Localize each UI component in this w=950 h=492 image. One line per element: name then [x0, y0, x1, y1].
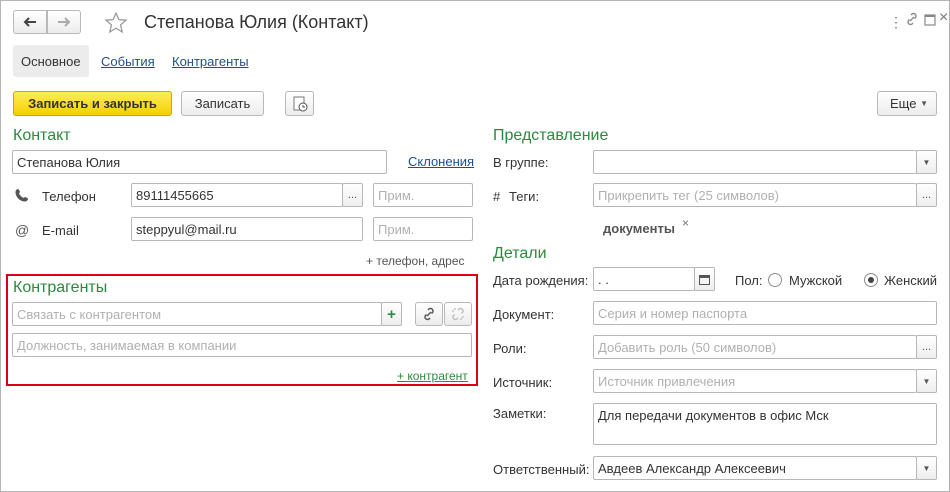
add-phone-address-link[interactable]: + телефон, адрес	[366, 254, 465, 268]
responsible-label: Ответственный:	[493, 462, 590, 477]
maximize-icon[interactable]	[924, 13, 936, 29]
chain-link-icon	[424, 307, 434, 321]
email-note-input[interactable]: Прим.	[373, 217, 473, 241]
tags-input[interactable]: Прикрепить тег (25 символов)	[593, 183, 917, 207]
counterparties-section-title: Контрагенты	[13, 279, 108, 296]
more-button[interactable]: Еще ▼	[877, 91, 937, 116]
responsible-dropdown-chevron-icon[interactable]: ▼	[916, 456, 937, 480]
source-dropdown-chevron-icon[interactable]: ▼	[916, 369, 937, 393]
notes-textarea[interactable]: Для передачи документов в офис Мск	[593, 403, 937, 445]
chevron-down-icon: ▼	[920, 99, 928, 108]
roles-input[interactable]: Добавить роль (50 символов)	[593, 335, 917, 359]
add-counterparty-link[interactable]: + контрагент	[397, 369, 468, 383]
gender-label: Пол:	[735, 273, 763, 288]
gender-male-label: Мужской	[789, 273, 843, 288]
phone-note-input[interactable]: Прим.	[373, 183, 473, 207]
document-input[interactable]: Серия и номер паспорта	[593, 301, 937, 325]
declensions-link[interactable]: Склонения	[408, 154, 474, 169]
forward-button[interactable]	[47, 10, 81, 34]
remove-tag-close-icon[interactable]: ×	[682, 216, 689, 230]
more-vertical-icon[interactable]: ⋮	[889, 14, 903, 31]
document-clock-icon	[293, 96, 307, 111]
unlink-counterparty-button[interactable]	[444, 302, 472, 326]
add-counterparty-plus-icon[interactable]: +	[381, 302, 402, 326]
gender-male-radio[interactable]	[768, 273, 782, 287]
phone-select-button[interactable]: ...	[342, 183, 363, 207]
more-button-label: Еще	[890, 96, 917, 111]
back-button[interactable]	[13, 10, 47, 34]
tab-counterparties[interactable]: Контрагенты	[164, 45, 257, 77]
notes-label: Заметки:	[493, 406, 547, 421]
gender-female-radio[interactable]	[864, 273, 878, 287]
tag-chip: документы	[603, 221, 675, 236]
document-label: Документ:	[493, 307, 555, 322]
contact-name-input[interactable]: Степанова Юлия	[12, 150, 387, 174]
arrow-right-icon	[58, 17, 71, 27]
position-input[interactable]: Должность, занимаемая в компании	[12, 333, 472, 357]
details-section-title: Детали	[493, 245, 547, 262]
responsible-select[interactable]: Авдеев Александр Алексеевич	[593, 456, 917, 480]
phone-input[interactable]: 89111455665	[131, 183, 343, 207]
phone-icon	[15, 188, 29, 205]
group-label: В группе:	[493, 155, 549, 170]
roles-select-button[interactable]: ...	[916, 335, 937, 359]
close-icon[interactable]: ×	[939, 9, 948, 27]
link-icon[interactable]	[905, 12, 919, 29]
counterparty-link-input[interactable]: Связать с контрагентом	[12, 302, 382, 326]
email-input[interactable]: steppyul@mail.ru	[131, 217, 363, 241]
roles-label: Роли:	[493, 341, 527, 356]
link-counterparty-button[interactable]	[415, 302, 443, 326]
save-and-close-button[interactable]: Записать и закрыть	[13, 91, 172, 116]
contact-window: Степанова Юлия (Контакт) ⋮ × Основное Со…	[0, 0, 950, 492]
tags-select-button[interactable]: ...	[916, 183, 937, 207]
tab-events[interactable]: События	[93, 45, 163, 77]
group-select[interactable]	[593, 150, 917, 174]
broken-link-icon	[452, 307, 464, 321]
birth-date-label: Дата рождения:	[493, 273, 589, 288]
hash-icon: #	[493, 189, 501, 204]
presentation-section-title: Представление	[493, 127, 609, 144]
birth-date-input[interactable]: . .	[593, 267, 695, 291]
at-icon: @	[15, 222, 30, 238]
source-label: Источник:	[493, 375, 553, 390]
source-input[interactable]: Источник привлечения	[593, 369, 917, 393]
group-dropdown-chevron-icon[interactable]: ▼	[916, 150, 937, 174]
window-title: Степанова Юлия (Контакт)	[144, 12, 369, 32]
tags-label: Теги:	[509, 189, 540, 204]
tab-main[interactable]: Основное	[13, 45, 89, 77]
report-button[interactable]	[285, 91, 314, 116]
calendar-icon[interactable]	[694, 267, 715, 291]
favorite-star-icon[interactable]	[104, 11, 128, 38]
save-button[interactable]: Записать	[181, 91, 264, 116]
email-label: E-mail	[42, 223, 79, 238]
phone-label: Телефон	[42, 189, 96, 204]
arrow-left-icon	[23, 17, 36, 27]
gender-female-label: Женский	[884, 273, 937, 288]
contact-section-title: Контакт	[13, 127, 71, 144]
